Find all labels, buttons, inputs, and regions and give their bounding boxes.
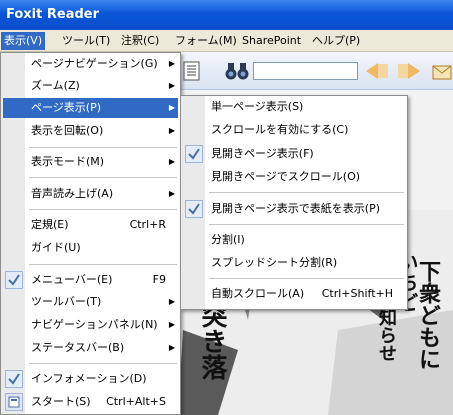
menu-tools[interactable]: ツール(T) [59,32,113,50]
menu-separator [209,278,404,279]
binoculars-icon[interactable] [224,60,250,82]
menu-item-read-aloud[interactable]: 音声読み上げ(A) ▶ [3,184,178,204]
menu-item-shortcut: Ctrl+Alt+S [106,395,166,408]
menu-separator [29,209,177,210]
menu-separator [209,224,404,225]
checkmark-icon [5,271,23,289]
menu-item-label: 表示モード(M) [31,155,105,168]
page-display-submenu: 単一ページ表示(S) スクロールを有効にする(C) 見開きページ表示(F) 見開… [180,95,408,310]
find-previous-icon[interactable] [364,60,390,82]
menu-item-label: 自動スクロール(A) [211,287,305,300]
menu-item-label: ナビゲーションパネル(N) [31,318,158,331]
menu-item-display-mode[interactable]: 表示モード(M) ▶ [3,152,178,172]
manga-text-big: 突き落 [197,302,227,380]
submenu-item-facing-scroll[interactable]: 見開きページでスクロール(O) [183,167,405,187]
title-bar: Foxit Reader [0,0,453,30]
menu-item-label: 分割(I) [211,233,245,246]
checkmark-icon [5,370,23,388]
menu-item-label: スタート(S) [31,395,91,408]
submenu-item-enable-scroll[interactable]: スクロールを有効にする(C) [183,120,405,140]
submenu-arrow-icon: ▶ [168,297,175,306]
menu-item-shortcut: F9 [152,273,166,286]
find-next-icon[interactable] [396,60,422,82]
menu-view[interactable]: 表示(V) [1,32,46,50]
menu-item-label: ページナビゲーション(G) [31,57,158,70]
menu-item-start[interactable]: スタート(S) Ctrl+Alt+S [3,392,178,412]
envelope-icon[interactable] [430,60,453,82]
menu-item-information[interactable]: インフォメーション(D) [3,369,178,389]
menu-form[interactable]: フォーム(M) [172,32,240,50]
submenu-arrow-icon: ▶ [168,189,175,198]
submenu-item-single-page[interactable]: 単一ページ表示(S) [183,97,405,117]
submenu-arrow-icon: ▶ [168,126,175,135]
menu-item-guides[interactable]: ガイド(U) [3,238,178,258]
checkmark-icon [185,200,203,218]
menu-item-page-display[interactable]: ページ表示(P) ▶ [3,98,178,118]
submenu-arrow-icon: ▶ [168,59,175,68]
menu-comment[interactable]: 注釈(C) [118,32,162,50]
menu-item-label: スプレッドシート分割(R) [211,256,338,269]
menu-item-label: 見開きページでスクロール(O) [211,170,361,183]
menu-item-label: ズーム(Z) [31,79,80,92]
submenu-arrow-icon: ▶ [168,320,175,329]
submenu-item-facing-cover[interactable]: 見開きページ表示で表紙を表示(P) [183,199,405,219]
menu-item-label: ステータスバー(B) [31,341,125,354]
menu-item-label: メニューバー(E) [31,273,113,286]
submenu-arrow-icon: ▶ [168,103,175,112]
menu-item-label: 定規(E) [31,218,69,231]
view-menu-dropdown: ページナビゲーション(G) ▶ ズーム(Z) ▶ ページ表示(P) ▶ 表示を回… [0,52,181,415]
submenu-arrow-icon: ▶ [168,343,175,352]
menu-item-label: ガイド(U) [31,241,81,254]
menu-item-rotate-view[interactable]: 表示を回転(O) ▶ [3,121,178,141]
manga-text-col1: 下衆どもに [415,260,441,370]
menu-item-menubar[interactable]: メニューバー(E) F9 [3,270,178,290]
menu-item-label: 単一ページ表示(S) [211,100,304,113]
search-input[interactable] [253,62,358,80]
menu-item-zoom[interactable]: ズーム(Z) ▶ [3,76,178,96]
menu-item-toolbar[interactable]: ツールバー(T) ▶ [3,292,178,312]
menu-item-label: 音声読み上げ(A) [31,187,114,200]
submenu-item-facing-pages[interactable]: 見開きページ表示(F) [183,144,405,164]
submenu-arrow-icon: ▶ [168,81,175,90]
menu-item-navigation-panel[interactable]: ナビゲーションパネル(N) ▶ [3,315,178,335]
menu-separator [29,147,177,148]
menu-item-label: 見開きページ表示で表紙を表示(P) [211,202,380,215]
menu-separator [29,264,177,265]
app-title: Foxit Reader [6,7,99,22]
checkmark-icon [185,145,203,163]
menu-help[interactable]: ヘルプ(P) [309,32,363,50]
menu-sharepoint[interactable]: SharePoint [239,32,304,50]
menu-separator [209,192,404,193]
submenu-item-split[interactable]: 分割(I) [183,230,405,250]
menu-item-label: ページ表示(P) [31,101,101,114]
document-icon[interactable] [181,60,203,82]
menu-item-label: スクロールを有効にする(C) [211,123,349,136]
menu-item-ruler[interactable]: 定規(E) Ctrl+R [3,215,178,235]
menu-item-page-navigation[interactable]: ページナビゲーション(G) ▶ [3,54,178,74]
menu-item-shortcut: Ctrl+Shift+H [321,287,393,300]
start-page-icon [5,393,23,411]
menu-item-shortcut: Ctrl+R [129,218,166,231]
menu-item-label: ツールバー(T) [31,295,102,308]
menu-bar: 表示(V) ツール(T) 注釈(C) フォーム(M) SharePoint ヘル… [0,30,453,52]
submenu-item-spreadsheet-split[interactable]: スプレッドシート分割(R) [183,253,405,273]
menu-separator [29,177,177,178]
menu-separator [29,363,177,364]
submenu-item-auto-scroll[interactable]: 自動スクロール(A) Ctrl+Shift+H [183,284,405,304]
menu-item-label: 表示を回転(O) [31,124,104,137]
menu-item-label: 見開きページ表示(F) [211,147,314,160]
submenu-arrow-icon: ▶ [168,157,175,166]
menu-item-statusbar[interactable]: ステータスバー(B) ▶ [3,338,178,358]
menu-item-label: インフォメーション(D) [31,372,147,385]
